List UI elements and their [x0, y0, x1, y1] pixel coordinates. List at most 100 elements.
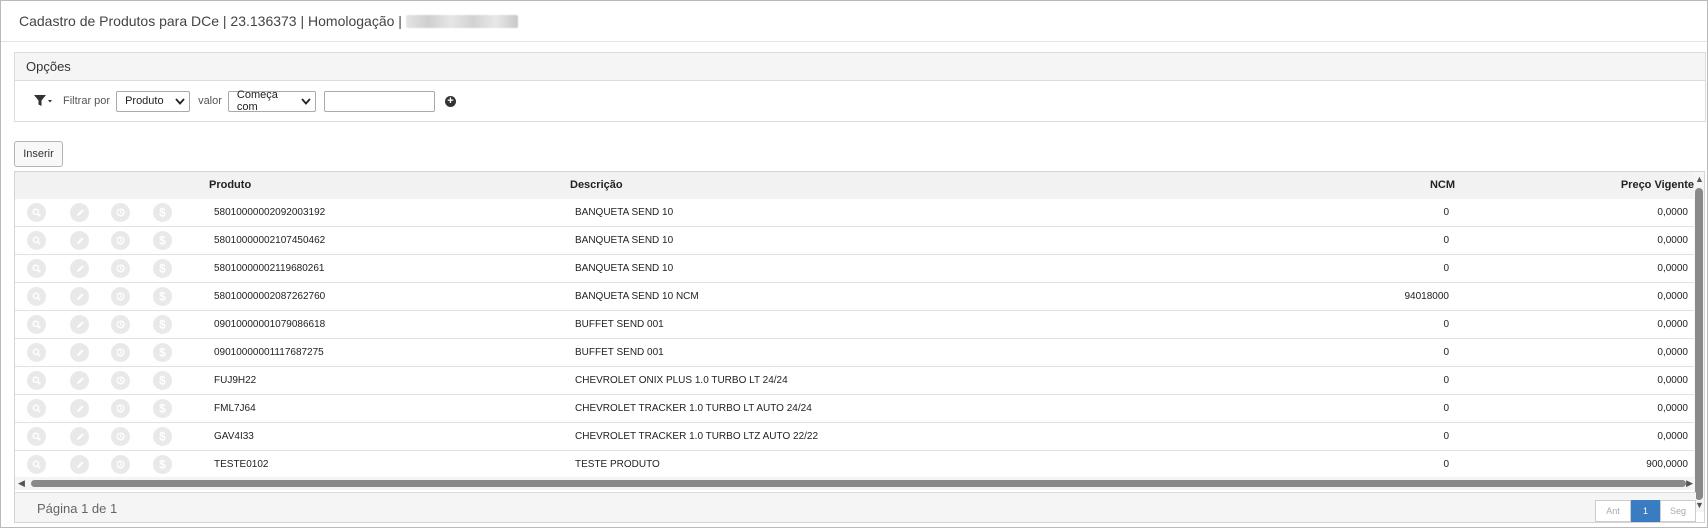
column-header-preco-vigente[interactable]: Preço Vigente: [1596, 172, 1694, 198]
horizontal-scrollbar[interactable]: ◀ ▶: [15, 477, 1696, 490]
cell-preco-vigente: 0,0000: [1657, 431, 1688, 442]
svg-text:$: $: [159, 458, 166, 471]
cell-preco-vigente: 0,0000: [1657, 207, 1688, 218]
search-icon[interactable]: [27, 427, 46, 446]
cell-preco-vigente: 0,0000: [1657, 403, 1688, 414]
edit-icon[interactable]: [70, 287, 89, 306]
next-page-button[interactable]: Seg: [1660, 500, 1696, 522]
table-row[interactable]: $58010000002092003192 BANQUETA SEND 10 0 0,…: [15, 199, 1696, 227]
edit-icon[interactable]: [70, 427, 89, 446]
history-icon[interactable]: [111, 231, 130, 250]
filter-field-select[interactable]: Produto: [116, 90, 191, 112]
cell-produto: 58010000002119680261: [214, 263, 325, 274]
page-1-button[interactable]: 1: [1631, 500, 1660, 522]
edit-icon[interactable]: [70, 259, 89, 278]
cell-produto: 09010000001079086618: [214, 319, 326, 330]
history-icon[interactable]: [111, 287, 130, 306]
scroll-up-icon[interactable]: ▲: [1695, 174, 1704, 184]
table-row[interactable]: $ FUJ9H22 CHEVROLET ONIX PLUS 1.0 TURBO LT…: [15, 367, 1696, 395]
edit-icon[interactable]: [70, 315, 89, 334]
table-row[interactable]: $ GAV4I33 CHEVROLET TRACKER 1.0 TURBO LTZ …: [15, 423, 1696, 451]
price-icon[interactable]: $: [153, 343, 172, 362]
cell-descricao: BUFFET SEND 001: [575, 319, 664, 330]
vertical-scrollbar[interactable]: ▲ ▼: [1694, 172, 1704, 512]
column-header-produto[interactable]: Produto: [209, 172, 251, 198]
svg-text:$: $: [159, 346, 166, 359]
column-header-ncm[interactable]: NCM: [1415, 172, 1455, 198]
scroll-right-icon[interactable]: ▶: [1686, 478, 1693, 489]
cell-preco-vigente: 0,0000: [1657, 319, 1688, 330]
edit-icon[interactable]: [70, 231, 89, 250]
price-icon[interactable]: $: [153, 371, 172, 390]
cell-produto: 58010000002087262760: [214, 291, 326, 302]
search-icon[interactable]: [27, 399, 46, 418]
search-icon[interactable]: [27, 455, 46, 474]
history-icon[interactable]: [111, 371, 130, 390]
cell-descricao: CHEVROLET ONIX PLUS 1.0 TURBO LT 24/24: [575, 375, 788, 386]
edit-icon[interactable]: [70, 399, 89, 418]
cell-preco-vigente: 900,0000: [1646, 459, 1688, 470]
history-icon[interactable]: [111, 343, 130, 362]
svg-text:$: $: [159, 290, 166, 303]
filter-row: Filtrar por Produto valor Começa com +: [15, 81, 1705, 121]
cell-preco-vigente: 0,0000: [1657, 263, 1688, 274]
pagination: Ant 1 Seg: [1595, 500, 1696, 522]
price-icon[interactable]: $: [153, 203, 172, 222]
cell-produto: FUJ9H22: [214, 375, 257, 386]
edit-icon[interactable]: [70, 455, 89, 474]
price-icon[interactable]: $: [153, 427, 172, 446]
search-icon[interactable]: [27, 231, 46, 250]
history-icon[interactable]: [111, 203, 130, 222]
search-icon[interactable]: [27, 203, 46, 222]
search-input[interactable]: [323, 90, 435, 112]
cell-descricao: TESTE PRODUTO: [575, 459, 660, 470]
insert-button[interactable]: Inserir: [14, 141, 63, 167]
history-icon[interactable]: [111, 427, 130, 446]
price-icon[interactable]: $: [153, 315, 172, 334]
history-icon[interactable]: [111, 399, 130, 418]
table-row[interactable]: $58010000002087262760 BANQUETA SEND 10 NC…: [15, 283, 1696, 311]
search-icon[interactable]: [27, 287, 46, 306]
vertical-scroll-thumb[interactable]: [1695, 188, 1703, 500]
search-icon[interactable]: [27, 343, 46, 362]
cell-ncm: 0: [1443, 431, 1449, 442]
edit-icon[interactable]: [70, 203, 89, 222]
search-icon[interactable]: [27, 371, 46, 390]
chevron-down-icon: [301, 97, 311, 105]
svg-text:$: $: [159, 206, 166, 219]
prev-page-button[interactable]: Ant: [1595, 500, 1631, 522]
table-row[interactable]: $ FML7J64 CHEVROLET TRACKER 1.0 TURBO LT A…: [15, 395, 1696, 423]
search-icon[interactable]: [27, 315, 46, 334]
add-filter-icon[interactable]: +: [444, 95, 456, 107]
edit-icon[interactable]: [70, 371, 89, 390]
cell-descricao: BANQUETA SEND 10 NCM: [575, 291, 699, 302]
column-header-descricao[interactable]: Descrição: [570, 172, 623, 198]
scroll-down-icon[interactable]: ▼: [1695, 500, 1704, 510]
filter-menu-button[interactable]: [31, 90, 55, 112]
history-icon[interactable]: [111, 455, 130, 474]
svg-text:$: $: [159, 402, 166, 415]
price-icon[interactable]: $: [153, 231, 172, 250]
history-icon[interactable]: [111, 315, 130, 334]
filter-field-value: Produto: [125, 95, 164, 107]
scroll-left-icon[interactable]: ◀: [18, 478, 25, 489]
table-row[interactable]: $09010000001117687275 BUFFET SEND 001 0 0,0…: [15, 339, 1696, 367]
price-icon[interactable]: $: [153, 455, 172, 474]
table-row[interactable]: $ TESTE0102 TESTE PRODUTO 0 900,0000: [15, 451, 1696, 479]
cell-ncm: 0: [1443, 347, 1449, 358]
svg-text:$: $: [159, 262, 166, 275]
table-row[interactable]: $09010000001079086618 BUFFET SEND 001 0 0,0…: [15, 311, 1696, 339]
match-mode-select[interactable]: Começa com: [227, 89, 316, 113]
price-icon[interactable]: $: [153, 399, 172, 418]
history-icon[interactable]: [111, 259, 130, 278]
cell-ncm: 0: [1443, 319, 1449, 330]
price-icon[interactable]: $: [153, 259, 172, 278]
search-icon[interactable]: [27, 259, 46, 278]
price-icon[interactable]: $: [153, 287, 172, 306]
grid-header: Produto Descrição NCM Preço Vigente: [15, 172, 1696, 200]
table-row[interactable]: $58010000002119680261 BANQUETA SEND 10 0 0,…: [15, 255, 1696, 283]
table-row[interactable]: $58010000002107450462 BANQUETA SEND 10 0 0,…: [15, 227, 1696, 255]
horizontal-scroll-thumb[interactable]: [31, 480, 1686, 487]
svg-text:$: $: [159, 234, 166, 247]
edit-icon[interactable]: [70, 343, 89, 362]
